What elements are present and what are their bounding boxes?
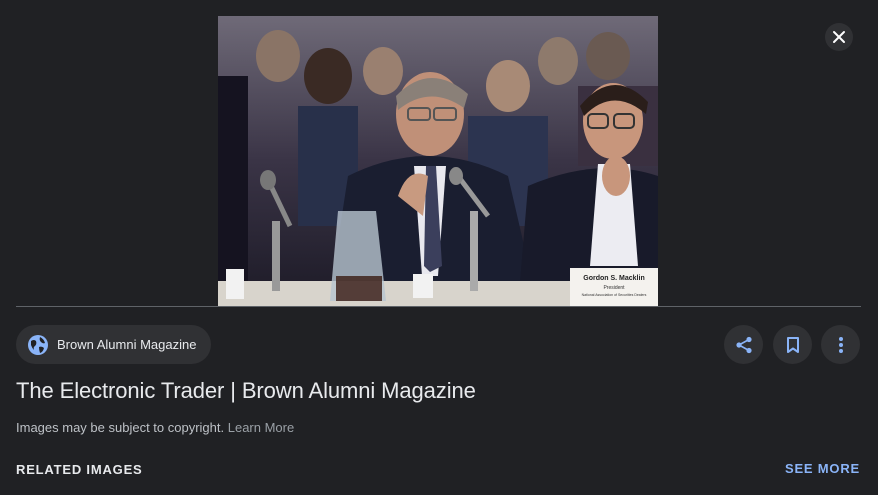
preview-image[interactable]: Gordon S. Macklin President National Ass… <box>218 16 658 306</box>
source-name: Brown Alumni Magazine <box>57 337 197 352</box>
save-button[interactable] <box>773 325 812 364</box>
more-options-button[interactable] <box>821 325 860 364</box>
more-vert-icon <box>838 336 843 353</box>
copyright-text: Images may be subject to copyright. <box>16 420 225 435</box>
share-icon <box>735 336 752 353</box>
close-icon <box>833 31 845 43</box>
see-more-link[interactable]: SEE MORE <box>785 461 860 476</box>
divider <box>16 306 861 307</box>
bookmark-icon <box>786 336 799 353</box>
image-viewer-panel: Gordon S. Macklin President National Ass… <box>0 0 878 495</box>
placard-title: President <box>603 285 625 291</box>
globe-icon <box>28 334 48 355</box>
placard-name: Gordon S. Macklin <box>583 275 644 282</box>
placard-org: National Association of Securities Deale… <box>582 293 647 297</box>
share-button[interactable] <box>724 325 763 364</box>
photo: Gordon S. Macklin President National Ass… <box>218 16 658 306</box>
source-chip[interactable]: Brown Alumni Magazine <box>16 325 212 364</box>
learn-more-link[interactable]: Learn More <box>228 420 294 435</box>
image-title[interactable]: The Electronic Trader | Brown Alumni Mag… <box>16 378 476 404</box>
copyright-notice: Images may be subject to copyright. Lear… <box>16 420 294 435</box>
close-button[interactable] <box>825 23 853 51</box>
related-images-heading: RELATED IMAGES <box>16 462 143 477</box>
